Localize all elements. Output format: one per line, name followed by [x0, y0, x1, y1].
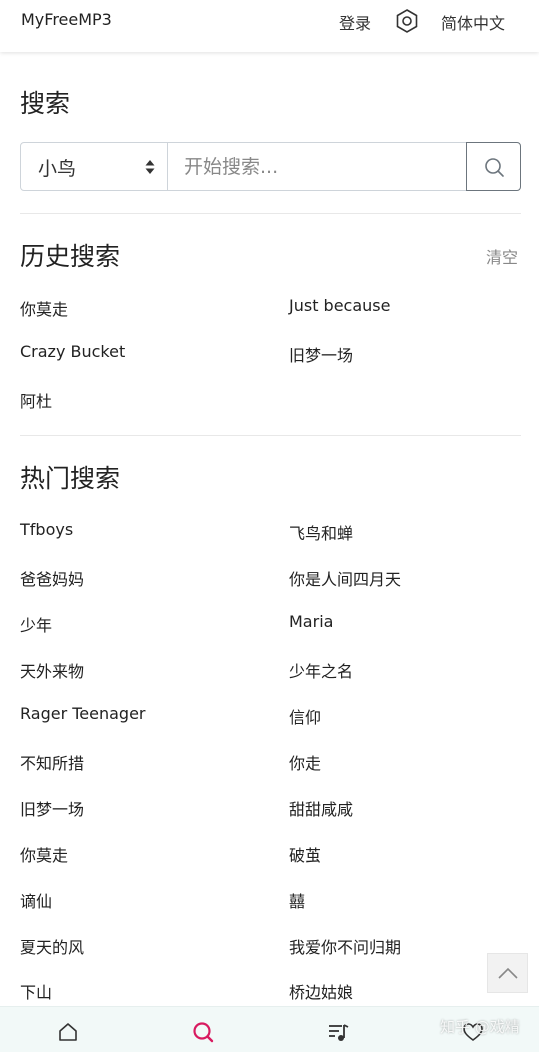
history-item[interactable]: 阿杜 [20, 388, 52, 412]
hot-item[interactable]: 少年 [20, 612, 52, 636]
playlist-icon[interactable] [327, 1021, 349, 1043]
hot-item[interactable]: 你莫走 [20, 842, 68, 866]
home-icon[interactable] [57, 1021, 79, 1043]
clear-history-button[interactable]: 清空 [486, 244, 518, 268]
hot-item[interactable]: 甜甜咸咸 [289, 796, 353, 820]
hot-item[interactable]: Rager Teenager [20, 704, 146, 723]
hot-item[interactable]: 少年之名 [289, 658, 353, 682]
language-selector[interactable]: 简体中文 [441, 10, 505, 34]
hot-item[interactable]: 桥边姑娘 [289, 979, 353, 1003]
hot-item[interactable]: 谪仙 [20, 888, 52, 912]
divider [20, 213, 521, 214]
page-title: 搜索 [20, 89, 71, 118]
source-select[interactable]: 小鸟 [20, 142, 168, 191]
hot-item[interactable]: Tfboys [20, 520, 73, 539]
search-icon [485, 158, 504, 177]
history-item[interactable]: 你莫走 [20, 296, 68, 320]
search-form: 小鸟 [20, 142, 521, 191]
hot-item[interactable]: 不知所措 [20, 750, 84, 774]
hot-item[interactable]: 我爱你不问归期 [289, 934, 401, 958]
hot-title: 热门搜索 [20, 464, 121, 493]
hot-item[interactable]: 旧梦一场 [20, 796, 84, 820]
hot-item[interactable]: 飞鸟和蝉 [289, 520, 353, 544]
hot-item[interactable]: 你是人间四月天 [289, 566, 401, 590]
hot-item[interactable]: 下山 [20, 979, 52, 1003]
hot-item[interactable]: 夏天的风 [20, 934, 84, 958]
hot-item[interactable]: 爸爸妈妈 [20, 566, 84, 590]
watermark: 知乎 @戏精 [440, 1018, 520, 1036]
history-item[interactable]: Just because [289, 296, 390, 315]
history-item[interactable]: Crazy Bucket [20, 342, 125, 361]
history-title: 历史搜索 [20, 242, 121, 271]
hot-item[interactable]: 囍 [289, 888, 305, 912]
source-select-value: 小鸟 [38, 158, 77, 180]
hot-item[interactable]: 你走 [289, 750, 321, 774]
hot-item[interactable]: 信仰 [289, 704, 321, 728]
hot-item[interactable]: 天外来物 [20, 658, 84, 682]
search-input[interactable] [167, 142, 467, 191]
scroll-to-top-button[interactable] [487, 953, 528, 993]
select-arrows-icon [145, 160, 155, 174]
login-link[interactable]: 登录 [339, 10, 371, 34]
top-navbar: MyFreeMP3 登录 简体中文 [0, 0, 539, 52]
search-button[interactable] [466, 142, 521, 191]
history-item[interactable]: 旧梦一场 [289, 342, 353, 366]
chevron-up-icon [498, 967, 518, 979]
hot-item[interactable]: 破茧 [289, 842, 321, 866]
gear-icon[interactable] [394, 8, 420, 34]
search-nav-icon[interactable] [192, 1021, 214, 1043]
hot-item[interactable]: Maria [289, 612, 333, 631]
divider [20, 435, 521, 436]
brand-logo[interactable]: MyFreeMP3 [21, 10, 112, 29]
